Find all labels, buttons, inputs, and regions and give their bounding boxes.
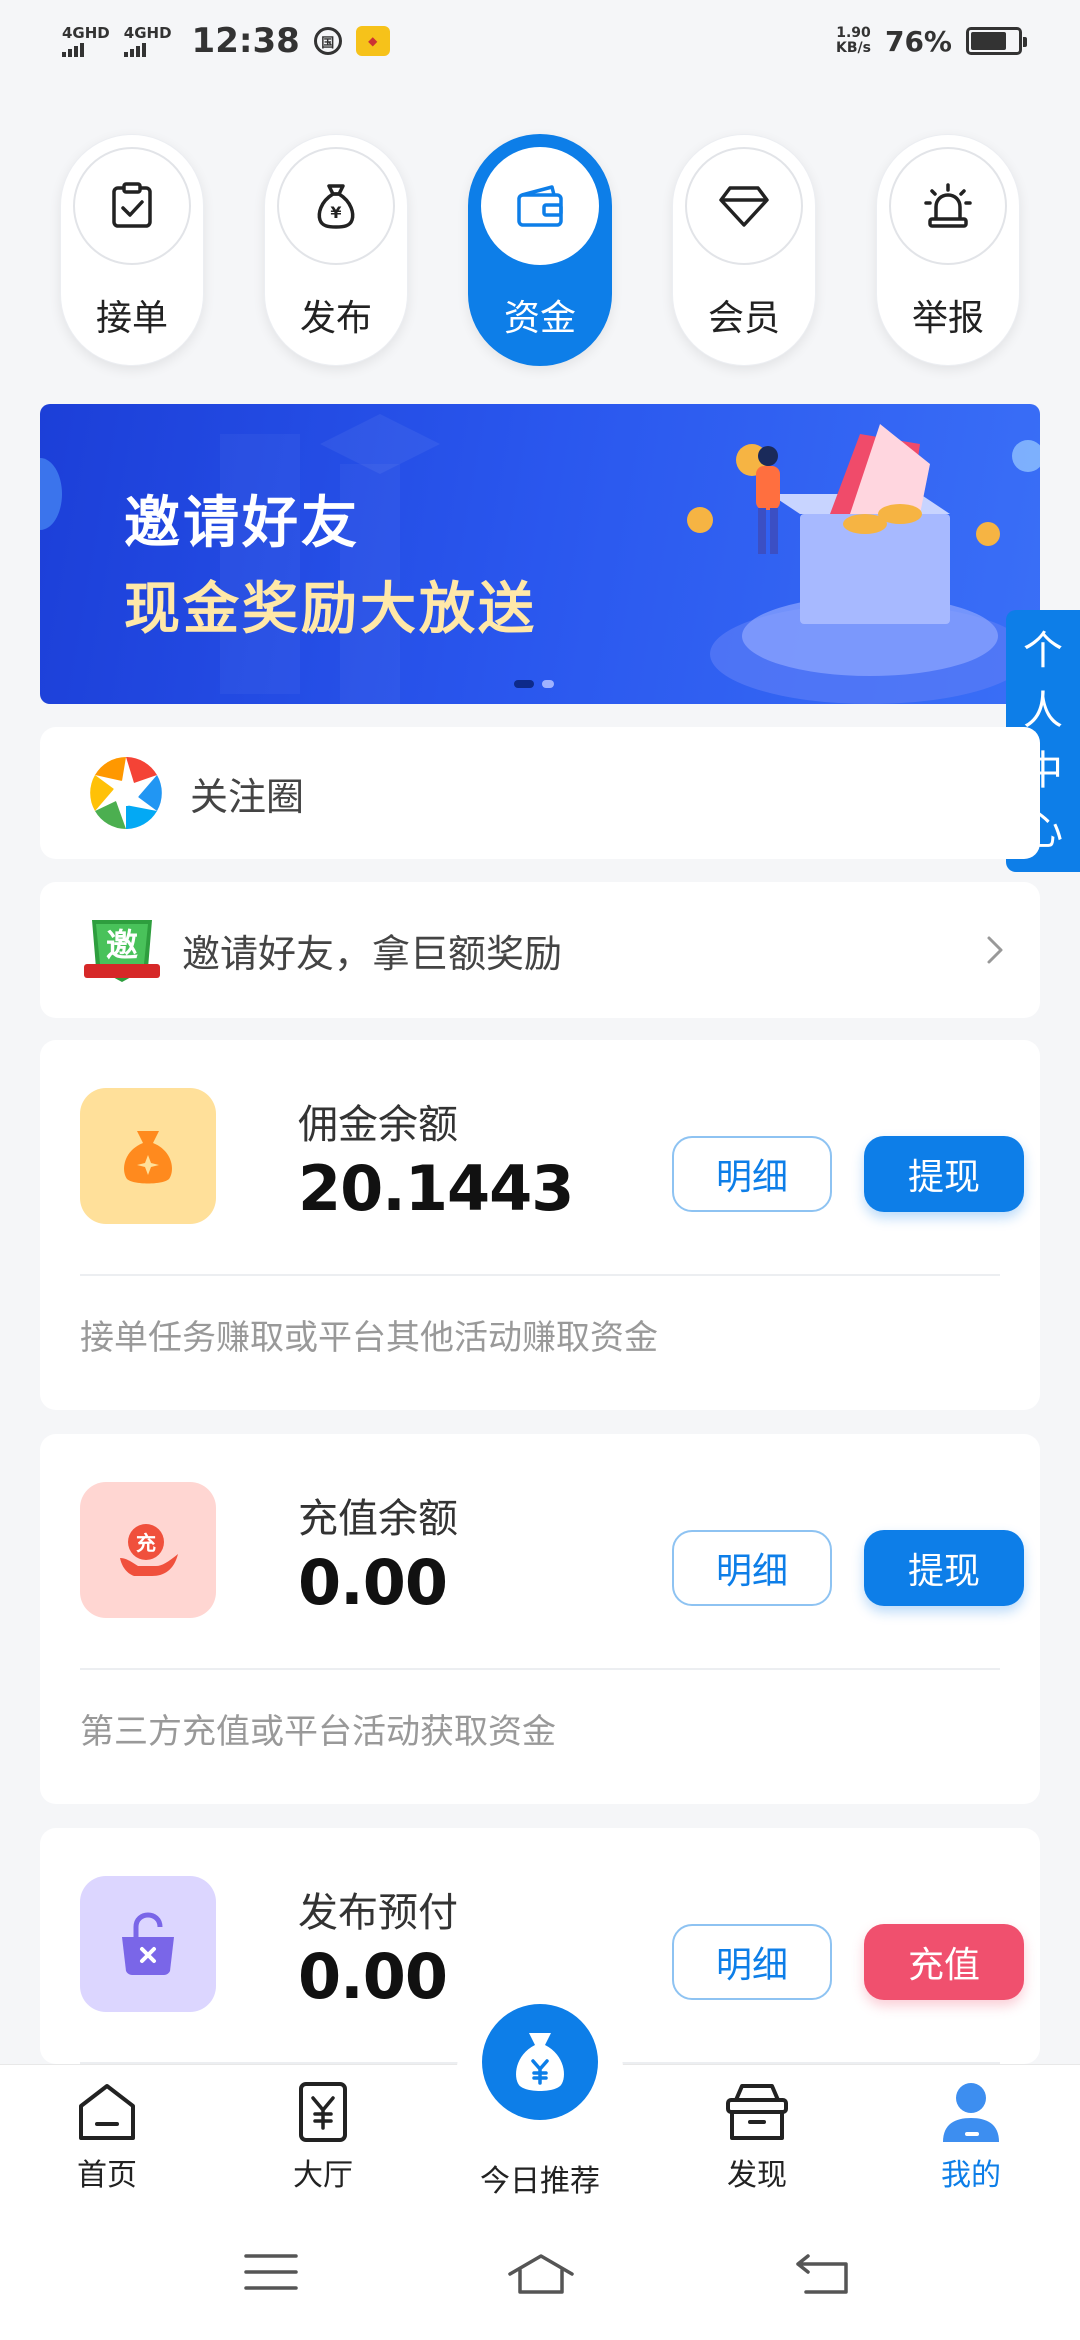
back-icon[interactable] (794, 2252, 852, 2296)
fund-amount: 0.00 (298, 1940, 448, 2013)
signal-2: 4GHD (123, 25, 172, 57)
fund-description: 接单任务赚取或平台其他活动赚取资金 (80, 1318, 658, 1358)
nav-home[interactable]: 首页 (32, 2080, 182, 2194)
chevron-right-icon (987, 936, 1003, 964)
fund-title: 充值余额 (298, 1496, 458, 1542)
svg-text:¥: ¥ (330, 203, 341, 222)
alarm-icon (889, 147, 1007, 265)
nav-pill-huiyuan[interactable]: 会员 (672, 134, 816, 366)
detail-button[interactable]: 明细 (672, 1924, 832, 2000)
battery-icon (966, 27, 1027, 55)
money-bag-icon (80, 1088, 216, 1224)
recharge-balance-card: 充 充值余额 0.00 明细 提现 第三方充值或平台活动获取资金 (40, 1434, 1040, 1804)
fund-title: 发布预付 (298, 1890, 458, 1936)
yuan-receipt-icon (299, 2082, 347, 2142)
nav-discover[interactable]: 发现 (682, 2080, 832, 2194)
money-bag-icon (516, 2033, 564, 2091)
commission-balance-card: 佣金余额 20.1443 明细 提现 接单任务赚取或平台其他活动赚取资金 (40, 1040, 1040, 1410)
nav-pill-jubao[interactable]: 举报 (876, 134, 1020, 366)
fund-title: 佣金余额 (298, 1102, 458, 1148)
home-nav-icon[interactable] (506, 2252, 576, 2296)
gift-box-icon (726, 2084, 788, 2140)
withdraw-button[interactable]: 提现 (864, 1530, 1024, 1606)
fund-description: 第三方充值或平台活动获取资金 (80, 1712, 556, 1752)
money-bag-icon: ¥ (277, 147, 395, 265)
signal-1: 4GHD (62, 25, 110, 57)
recharge-button[interactable]: 充值 (864, 1924, 1024, 2000)
banner-subtitle: 现金奖励大放送 (124, 577, 537, 642)
home-icon (79, 2084, 135, 2140)
nav-pill-zijin[interactable]: 资金 (468, 134, 612, 366)
invite-badge-icon: 邀 (84, 920, 160, 982)
nav-pill-jiedan[interactable]: 接单 (60, 134, 204, 366)
today-recommend-label[interactable]: 今日推荐 (440, 2156, 640, 2200)
banner-pagination (514, 680, 554, 688)
follow-circle-row[interactable]: 关注圈 (40, 727, 1040, 859)
today-recommend-button[interactable] (482, 2004, 598, 2120)
user-icon (943, 2083, 999, 2142)
wallet-icon (481, 147, 599, 265)
diamond-icon (685, 147, 803, 265)
recharge-hand-icon: 充 (80, 1482, 216, 1618)
invite-friends-row[interactable]: 邀 邀请好友，拿巨额奖励 (40, 882, 1040, 1018)
network-speed: 1.90 KB/s (836, 25, 871, 56)
top-nav: 接单 ¥ 发布 资金 会员 举报 (60, 134, 1020, 366)
promo-banner[interactable]: 邀请好友 现金奖励大放送 (40, 404, 1040, 704)
notification-icon: 国 (313, 27, 342, 55)
fund-amount: 20.1443 (298, 1152, 574, 1225)
clock: 12:38 (191, 21, 300, 61)
svg-text:邀: 邀 (106, 926, 138, 964)
camera-aperture-icon (90, 757, 162, 829)
withdraw-button[interactable]: 提现 (864, 1136, 1024, 1212)
status-bar: 4GHD 4GHD 12:38 国 ◆ 1.90 KB/s 76% (0, 0, 1080, 82)
battery-percent: 76% (884, 24, 952, 58)
detail-button[interactable]: 明细 (672, 1530, 832, 1606)
nav-pill-fabu[interactable]: ¥ 发布 (264, 134, 408, 366)
nav-mine[interactable]: 我的 (896, 2080, 1046, 2194)
shopping-bag-icon (80, 1876, 216, 2012)
app-notification-icon: ◆ (355, 26, 390, 56)
nav-hall[interactable]: 大厅 (248, 2080, 398, 2194)
menu-icon[interactable] (244, 2252, 298, 2292)
clipboard-check-icon (73, 147, 191, 265)
fund-amount: 0.00 (298, 1546, 448, 1619)
detail-button[interactable]: 明细 (672, 1136, 832, 1212)
banner-title: 邀请好友 (124, 491, 360, 556)
svg-text:充: 充 (136, 1531, 156, 1555)
